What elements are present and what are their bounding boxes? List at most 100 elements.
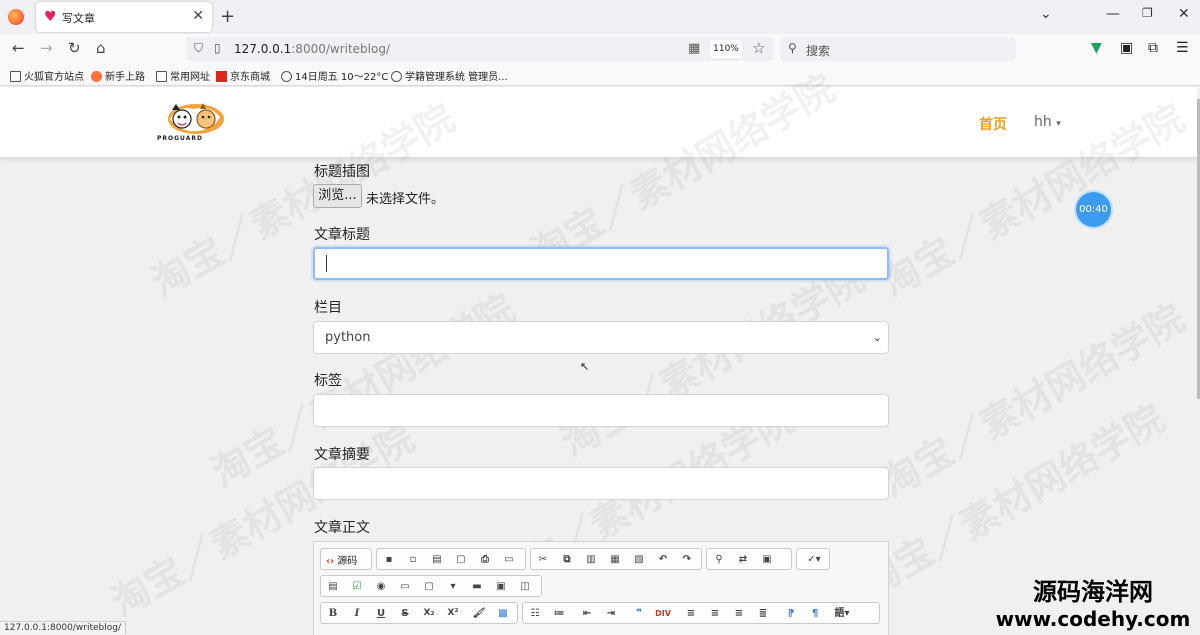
paste-text-icon[interactable]: ▦: [607, 552, 623, 567]
numbered-list-icon[interactable]: ☷: [527, 606, 543, 621]
bold-button[interactable]: B: [325, 606, 341, 621]
copy-icon[interactable]: ⧉: [559, 552, 575, 567]
summary-input[interactable]: [313, 467, 889, 500]
paste-word-icon[interactable]: ▧: [631, 552, 647, 567]
cover-image-label: 标题插图: [314, 164, 370, 180]
templates-icon[interactable]: ▭: [501, 552, 517, 567]
bookmark-item[interactable]: 京东商城: [216, 68, 270, 83]
remove-format-icon[interactable]: ▩: [495, 606, 511, 621]
category-select[interactable]: python ⌄: [313, 321, 889, 354]
rich-text-editor: ‹›源码 ▪ ▫ ▤ ▢ ⎙ ▭ ✂ ⧉ ▥ ▦ ▧ ↶ ↷ ⚲ ⇄ ▣ ✓▾: [313, 541, 889, 635]
bookmark-star-icon[interactable]: ☆: [752, 39, 765, 57]
bulleted-list-icon[interactable]: ≔: [551, 606, 567, 621]
pdf-icon[interactable]: ▤: [429, 552, 445, 567]
jd-icon: [216, 71, 227, 82]
select-all-icon[interactable]: ▣: [759, 552, 775, 567]
cut-icon[interactable]: ✂: [535, 552, 551, 567]
indent-icon[interactable]: ⇥: [603, 606, 619, 621]
bookmark-item[interactable]: 火狐官方站点: [10, 68, 84, 83]
find-icon[interactable]: ⚲: [711, 552, 727, 567]
replace-icon[interactable]: ⇄: [735, 552, 751, 567]
justify-icon[interactable]: ≣: [755, 606, 771, 621]
text-ltr-icon[interactable]: ⁋: [783, 606, 799, 621]
strikethrough-button[interactable]: S: [397, 606, 413, 621]
subscript-button[interactable]: X₂: [421, 606, 437, 621]
tags-input[interactable]: [313, 394, 889, 427]
align-right-icon[interactable]: ≡: [731, 606, 747, 621]
bookmark-item[interactable]: 新手上路: [91, 68, 145, 83]
language-dropdown-icon[interactable]: 語▾: [831, 606, 853, 621]
back-icon[interactable]: ←: [12, 40, 25, 56]
save-icon[interactable]: ▪: [381, 552, 397, 567]
url-text[interactable]: 127.0.0.1:8000/writeblog/: [234, 42, 390, 56]
button-icon[interactable]: ▬: [469, 579, 485, 594]
superscript-button[interactable]: X²: [445, 606, 461, 621]
select-field-icon[interactable]: ▾: [445, 579, 461, 594]
timer-badge[interactable]: 00:40: [1076, 192, 1111, 227]
vue-devtools-icon[interactable]: ▼: [1091, 40, 1102, 56]
source-button[interactable]: ‹› 源码: [320, 548, 372, 570]
radio-icon[interactable]: ◉: [373, 579, 389, 594]
search-box[interactable]: ⚲ 搜索: [780, 37, 1016, 61]
browse-file-button[interactable]: 浏览...: [313, 184, 362, 208]
file-status-text: 未选择文件。: [366, 192, 445, 207]
article-body-label: 文章正文: [314, 520, 370, 536]
image-button-icon[interactable]: ▣: [493, 579, 509, 594]
nav-home-link[interactable]: 首页: [979, 114, 1007, 134]
checkbox-icon[interactable]: ☑: [349, 579, 365, 594]
undo-icon[interactable]: ↶: [655, 552, 671, 567]
new-page-icon[interactable]: ▫: [405, 552, 421, 567]
firefox-logo-icon[interactable]: [8, 9, 24, 25]
close-window-icon[interactable]: ✕: [1178, 6, 1190, 22]
page-icon[interactable]: ▯: [214, 41, 221, 55]
redo-icon[interactable]: ↷: [679, 552, 695, 567]
preview-icon[interactable]: ▢: [453, 552, 469, 567]
editor-toolbar-row: B I U S X₂ X² 🖌 ▩ ☷ ≔ ⇤ ⇥ ❞ DIV ≡ ≡ ≡ ≣ …: [320, 602, 880, 624]
zoom-level[interactable]: 110%: [710, 40, 742, 58]
forward-icon[interactable]: →: [40, 40, 53, 56]
source-code-icon: ‹›: [326, 556, 335, 567]
text-field-icon[interactable]: ▭: [397, 579, 413, 594]
underline-button[interactable]: U: [373, 606, 389, 621]
bookmark-item[interactable]: 学籍管理系统 管理员...: [391, 68, 508, 83]
textarea-icon[interactable]: ▢: [421, 579, 437, 594]
shield-icon[interactable]: ⛉: [194, 41, 203, 56]
extension-badge-icon[interactable]: ▣: [1120, 40, 1133, 56]
minimize-icon[interactable]: —: [1106, 6, 1120, 22]
qr-code-icon[interactable]: ▦: [688, 41, 700, 56]
outdent-icon[interactable]: ⇤: [579, 606, 595, 621]
heart-icon: ♥: [44, 9, 57, 25]
spellcheck-icon: ✓▾: [807, 554, 821, 565]
nav-user-dropdown[interactable]: hh ▾: [1034, 114, 1061, 130]
hidden-field-icon[interactable]: ◫: [517, 579, 533, 594]
new-tab-icon[interactable]: +: [220, 6, 235, 27]
toolbar-group-document: ▪ ▫ ▤ ▢ ⎙ ▭: [376, 548, 526, 570]
editor-toolbar-row: ‹› 源码 ▪ ▫ ▤ ▢ ⎙ ▭ ✂ ⧉ ▥ ▦ ▧ ↶ ↷ ⚲ ⇄ ▣ ✓▾: [320, 548, 880, 570]
text-caret: [326, 255, 327, 272]
align-left-icon[interactable]: ≡: [683, 606, 699, 621]
italic-button[interactable]: I: [349, 606, 365, 621]
bookmark-item[interactable]: 常用网址: [156, 68, 210, 83]
menu-icon[interactable]: ☰: [1176, 40, 1189, 56]
div-container-icon[interactable]: DIV: [655, 606, 671, 621]
blockquote-icon[interactable]: ❞: [631, 606, 647, 621]
status-bar-url: 127.0.0.1:8000/writeblog/: [0, 621, 126, 634]
print-icon[interactable]: ⎙: [477, 552, 493, 567]
align-center-icon[interactable]: ≡: [707, 606, 723, 621]
form-icon[interactable]: ▤: [325, 579, 341, 594]
home-icon[interactable]: ⌂: [96, 40, 106, 56]
paste-icon[interactable]: ▥: [583, 552, 599, 567]
close-tab-icon[interactable]: ✕: [192, 8, 204, 24]
toolbar-group-find: ⚲ ⇄ ▣: [706, 548, 792, 570]
browser-tab[interactable]: ♥ 写文章 ✕: [36, 2, 212, 32]
text-rtl-icon[interactable]: ¶: [807, 606, 823, 621]
reload-icon[interactable]: ↻: [68, 40, 81, 56]
list-tabs-icon[interactable]: ⌄: [1040, 6, 1052, 22]
spellcheck-dropdown[interactable]: ✓▾: [796, 548, 830, 570]
address-bar[interactable]: ⛉ ▯ 127.0.0.1:8000/writeblog/ ▦ 110% ☆: [186, 37, 774, 61]
article-title-input[interactable]: [313, 247, 889, 280]
bookmark-item[interactable]: 14日周五 10～22°C: [281, 68, 388, 83]
copy-format-icon[interactable]: 🖌: [471, 606, 487, 621]
extensions-icon[interactable]: ⧉: [1148, 40, 1158, 56]
restore-icon[interactable]: ❐: [1142, 6, 1153, 20]
